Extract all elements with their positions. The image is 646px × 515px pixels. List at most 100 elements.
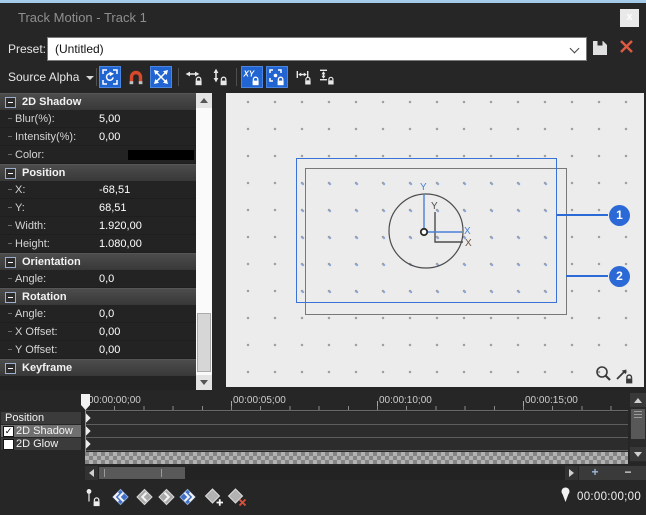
property-row-blur[interactable]: Blur(%): 5,00 (0, 110, 196, 128)
property-row-x-offset[interactable]: X Offset: 0,00 (0, 323, 196, 341)
property-value[interactable]: 0,00 (99, 326, 120, 338)
timeline-row-position[interactable] (85, 412, 628, 425)
bullet-icon (8, 225, 12, 226)
property-value[interactable]: 0,00 (99, 131, 120, 143)
section-header-position[interactable]: Position (0, 164, 196, 181)
property-row-height[interactable]: Height: 1.080,00 (0, 235, 196, 253)
property-row-width[interactable]: Width: 1.920,00 (0, 217, 196, 235)
collapse-icon[interactable] (5, 257, 16, 268)
major-tick (231, 401, 232, 410)
2d-glow-checkbox[interactable] (3, 439, 14, 450)
enable-snapping-button[interactable] (125, 66, 147, 88)
source-alpha-dropdown[interactable]: Source Alpha (8, 70, 79, 84)
property-value[interactable]: 68,51 (99, 202, 127, 214)
scroll-right-button[interactable] (565, 466, 578, 480)
edit-in-object-space-button[interactable] (150, 66, 172, 88)
center-handle[interactable] (421, 229, 427, 235)
save-preset-button[interactable] (591, 39, 609, 62)
property-row-x[interactable]: X: -68,51 (0, 181, 196, 199)
delete-keyframe-button[interactable] (226, 487, 248, 507)
property-label: Blur(%): (15, 113, 55, 125)
magnifier-icon (594, 364, 614, 384)
enable-rotation-button[interactable] (99, 66, 121, 88)
zoom-out-button[interactable]: − (617, 466, 639, 480)
collapse-icon[interactable] (5, 168, 16, 179)
zoom-tool-button[interactable] (594, 364, 614, 389)
diagonal-arrows-icon (151, 67, 171, 87)
section-title: 2D Shadow (22, 96, 81, 108)
property-value[interactable]: 0,0 (99, 308, 114, 320)
collapse-icon[interactable] (5, 97, 16, 108)
property-panel-scrollbar[interactable] (196, 93, 212, 390)
next-keyframe-button[interactable] (156, 487, 178, 507)
chevron-down-icon[interactable] (570, 44, 580, 54)
scroll-up-button[interactable] (196, 93, 212, 108)
composite-preview-strip (85, 452, 628, 464)
playhead-flag[interactable] (81, 394, 90, 411)
lock-aspect-ratio-button[interactable]: XY (241, 66, 263, 88)
property-row-y[interactable]: Y: 68,51 (0, 199, 196, 217)
track-label-2d-shadow[interactable]: ✓ 2D Shadow (1, 425, 81, 437)
scroll-left-button[interactable] (85, 466, 98, 480)
prevent-scaling-x-button[interactable] (294, 66, 314, 88)
scroll-down-button[interactable] (196, 375, 212, 390)
delete-preset-button[interactable] (618, 38, 635, 60)
property-row-color[interactable]: Color: (0, 146, 196, 164)
previous-keyframe-button[interactable] (133, 487, 155, 507)
property-row-rot-angle[interactable]: Angle: 0,0 (0, 305, 196, 323)
last-keyframe-button[interactable] (178, 487, 200, 507)
delete-x-icon (618, 38, 635, 55)
timeline-row-2d-glow[interactable] (85, 438, 628, 451)
timeline-h-scrollbar[interactable] (98, 466, 565, 480)
section-2d-shadow: 2D Shadow Blur(%): 5,00 Intensity(%): 0,… (0, 93, 196, 164)
lock-cursor-button[interactable] (82, 487, 104, 507)
bullet-icon (8, 136, 12, 137)
scroll-down-button[interactable] (630, 447, 646, 461)
timeline-ruler[interactable]: 00:00:00;00 00:00:05;00 00:00:10;00 00:0… (85, 393, 628, 411)
section-header-orientation[interactable]: Orientation (0, 253, 196, 270)
playhead-line (85, 411, 86, 452)
triangle-down-icon[interactable] (86, 76, 94, 80)
2d-shadow-checkbox[interactable]: ✓ (3, 426, 14, 437)
section-header-2d-shadow[interactable]: 2D Shadow (0, 93, 196, 110)
close-button[interactable]: x (620, 9, 639, 27)
insert-keyframe-button[interactable] (203, 487, 225, 507)
property-row-angle[interactable]: Angle: 0,0 (0, 270, 196, 288)
property-value[interactable]: 0,00 (99, 344, 120, 356)
property-value[interactable]: 0,0 (99, 273, 114, 285)
timeline-row-2d-shadow[interactable] (85, 425, 628, 438)
chevron-left-diamond-icon (135, 488, 153, 506)
property-row-y-offset[interactable]: Y Offset: 0,00 (0, 341, 196, 359)
motion-workspace[interactable]: Y X Y X 1 2 (226, 93, 644, 387)
property-value[interactable]: 1.920,00 (99, 220, 142, 232)
v-scrollbar-thumb[interactable] (631, 409, 645, 439)
section-orientation: Orientation Angle: 0,0 (0, 253, 196, 288)
prevent-movement-y-button[interactable] (208, 66, 230, 88)
pan-lock-button[interactable] (613, 364, 637, 389)
property-label: Color: (15, 149, 44, 161)
scale-about-center-button[interactable] (266, 66, 288, 88)
property-label: Angle: (15, 308, 46, 320)
prevent-movement-x-button[interactable] (183, 66, 205, 88)
prevent-scaling-y-button[interactable] (317, 66, 337, 88)
collapse-icon[interactable] (5, 292, 16, 303)
preset-combobox[interactable]: (Untitled) (47, 37, 587, 61)
timeline-v-scrollbar[interactable] (630, 393, 646, 462)
scroll-up-button[interactable] (630, 393, 646, 407)
section-header-rotation[interactable]: Rotation (0, 288, 196, 305)
property-value[interactable]: 1.080,00 (99, 238, 142, 250)
track-label-2d-glow[interactable]: 2D Glow (1, 438, 81, 450)
property-row-intensity[interactable]: Intensity(%): 0,00 (0, 128, 196, 146)
collapse-icon[interactable] (5, 363, 16, 374)
color-swatch[interactable] (128, 150, 194, 160)
property-value[interactable]: 5,00 (99, 113, 120, 125)
diamond-x-icon (227, 488, 247, 507)
property-value[interactable]: -68,51 (99, 184, 130, 196)
section-header-keyframe[interactable]: Keyframe (0, 359, 196, 376)
scrollbar-thumb[interactable] (197, 313, 211, 372)
triangle-left-icon (89, 469, 94, 477)
h-scrollbar-thumb[interactable] (99, 467, 185, 479)
zoom-in-button[interactable]: + (584, 466, 606, 480)
track-label-position[interactable]: Position (1, 412, 81, 424)
first-keyframe-button[interactable] (108, 487, 130, 507)
